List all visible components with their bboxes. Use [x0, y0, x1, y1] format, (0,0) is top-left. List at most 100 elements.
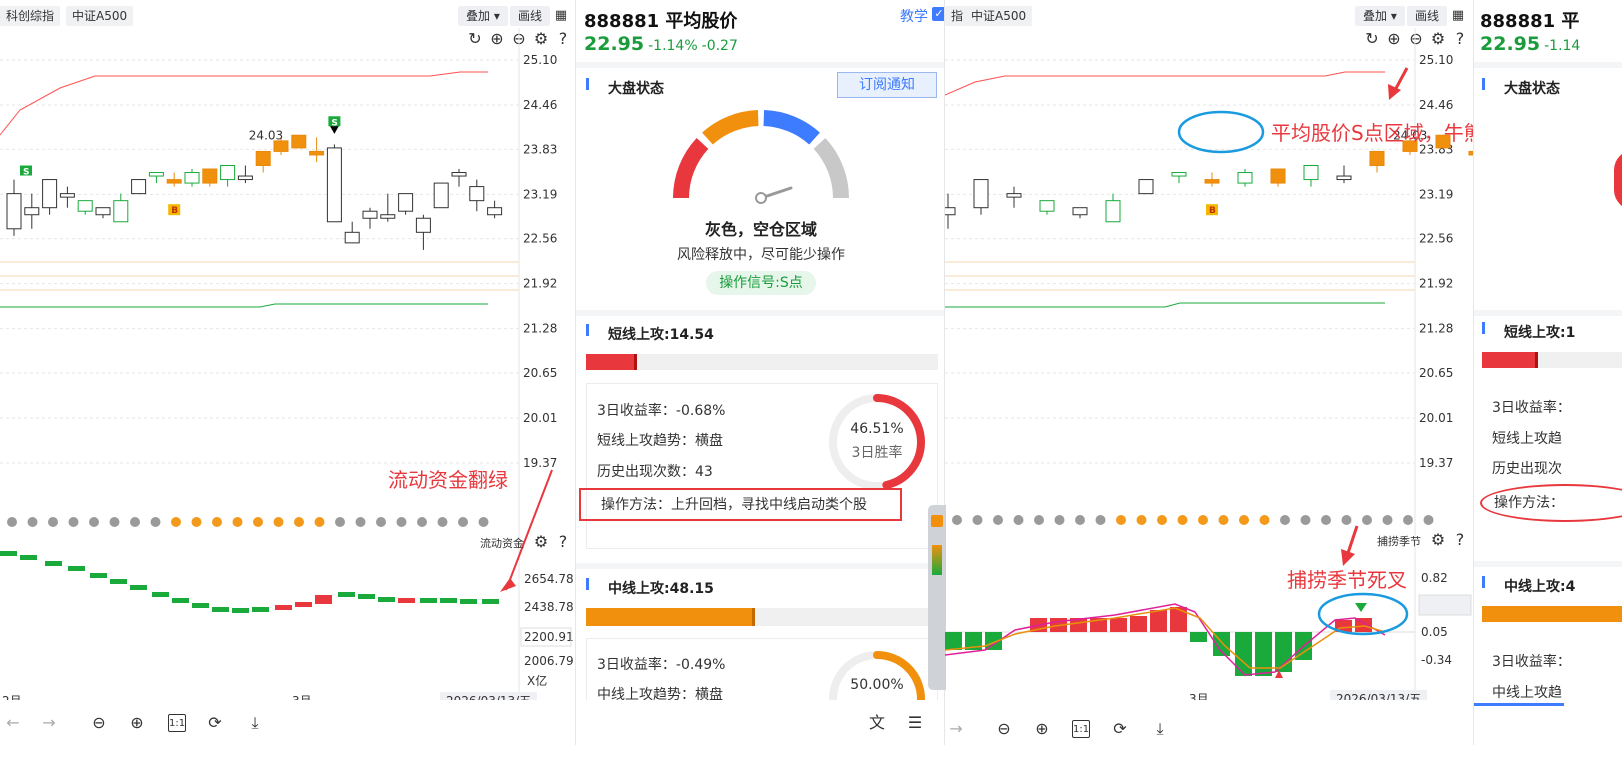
- liquidity-bar: [110, 579, 127, 584]
- divider: [1474, 561, 1622, 567]
- signal-dot: [109, 517, 120, 527]
- candle-body: [1270, 168, 1286, 184]
- annotation-arrow-head: [500, 578, 516, 592]
- mid-attack-title: 中线上攻:48.15: [608, 581, 714, 597]
- right-candlestick-chart[interactable]: 25.1024.4623.8323.1922.5621.9221.2820.65…: [945, 0, 1473, 700]
- liquidity-bar: [378, 597, 395, 602]
- market-status-text: 灰色，空仓区域: [704, 220, 817, 239]
- signal-dot: [314, 517, 325, 527]
- signal-dot: [89, 517, 99, 527]
- sub-indicator-name: 捕捞季节: [1377, 535, 1421, 548]
- short-winrate-value: 46.51%: [850, 421, 904, 437]
- signal-dot: [273, 517, 284, 527]
- signal-dot: [993, 515, 1003, 525]
- y-tick-label: 25.10: [1419, 53, 1453, 67]
- y-tick-label: 20.01: [523, 411, 557, 425]
- liquidity-bar: [460, 599, 477, 604]
- signal-dot: [232, 517, 243, 527]
- sub-y-tick-label: 0.82: [1421, 571, 1448, 585]
- liquidity-bar: [212, 607, 229, 612]
- actual-size-icon[interactable]: 1:1: [168, 714, 186, 732]
- bull-bear-line-green: [945, 302, 1385, 308]
- signal-dot: [1362, 515, 1372, 525]
- section-marker: [586, 324, 589, 336]
- short-method: 操作方法：: [1494, 495, 1564, 511]
- short-stats-card: 3日收益率：-0.68% 短线上攻趋势：横盘 历史出现次数：43 46.51% …: [579, 383, 938, 549]
- liquidity-bar: [45, 561, 62, 566]
- tutorial-link[interactable]: 教学: [900, 6, 928, 26]
- signal-dot: [376, 517, 386, 527]
- subscribe-button[interactable]: 订阅通知: [837, 72, 937, 98]
- mid-attack-fill: [1482, 606, 1622, 622]
- download-icon[interactable]: ⤓: [1151, 720, 1169, 738]
- signal-dot: [48, 517, 58, 527]
- signal-dot: [1198, 515, 1208, 525]
- mid-trend: 中线上攻趋: [1492, 685, 1562, 701]
- candle-body: [273, 140, 289, 152]
- sub-help-icon[interactable]: ?: [1451, 531, 1469, 549]
- mid-winrate-value: 50.00%: [850, 677, 904, 693]
- short-winrate-label: 3日胜率: [851, 445, 903, 461]
- zoom-out-icon[interactable]: ⊖: [90, 714, 108, 732]
- text-extract-icon[interactable]: ☰: [906, 714, 924, 732]
- signal-dot: [191, 517, 202, 527]
- sub-help-icon[interactable]: ?: [554, 533, 572, 551]
- market-state-title: 大盘状态: [608, 81, 664, 97]
- sub-y-tick-label: -0.34: [1421, 653, 1452, 667]
- signal-dot: [1300, 515, 1311, 525]
- candle-body: [309, 150, 325, 156]
- sub-axis-cursor-box: [1418, 594, 1472, 616]
- forward-arrow-icon[interactable]: →: [947, 720, 965, 738]
- price-line: 22.95 -1.14% -0.27: [584, 33, 738, 55]
- macd-bar: [1110, 618, 1127, 632]
- screenshot-root: 科创综指 中证A500 叠加 ▾ 画线 ▦ ↻ ⊕ ⊖ ⚙ ? 25.10 24.…: [0, 0, 1622, 771]
- liquidity-bar: [482, 599, 499, 604]
- liquidity-bar: [172, 598, 189, 603]
- short-count: 历史出现次数：43: [597, 464, 713, 480]
- signal-dot: [1239, 515, 1249, 525]
- forward-arrow-icon[interactable]: →: [40, 714, 58, 732]
- short-attack-fill: [586, 354, 638, 370]
- market-desc-text: 风险释放中，尽可能少操作: [677, 247, 845, 263]
- rotate-icon[interactable]: ⟳: [206, 714, 224, 732]
- sub-settings-icon[interactable]: ⚙: [1429, 531, 1447, 549]
- zoom-out-icon[interactable]: ⊖: [995, 720, 1013, 738]
- candle-body: [42, 179, 58, 209]
- actual-size-icon[interactable]: 1:1: [1072, 720, 1090, 738]
- signal-dot: [1054, 515, 1065, 525]
- left-bottom-toolbar: ← → ⊖ ⊕ 1:1 ⟳ ⤓: [0, 700, 575, 745]
- liquidity-bar: [20, 555, 37, 560]
- gauge-segment: [813, 137, 849, 199]
- signal-dot: [1034, 515, 1044, 525]
- signal-dot: [335, 517, 345, 527]
- floating-side-widget[interactable]: [928, 505, 946, 690]
- signal-dot: [417, 517, 427, 527]
- zoom-in-icon[interactable]: ⊕: [128, 714, 146, 732]
- mid-ret3: 3日收益率：: [1492, 654, 1571, 670]
- macd-bar: [1255, 632, 1272, 676]
- download-icon[interactable]: ⤓: [246, 714, 264, 732]
- candle-body: [973, 179, 989, 209]
- candle-body: [362, 210, 378, 219]
- candle-body: [24, 207, 40, 216]
- back-arrow-icon[interactable]: ←: [4, 714, 22, 732]
- change-amount: -0.27: [701, 38, 738, 54]
- candle-body: [1105, 200, 1121, 223]
- right-chart-panel: 指 中证A500 叠加 ▾ 画线 ▦ ↻ ⊕ ⊖ ⚙ ? 25.10 24.46 2…: [945, 0, 1473, 745]
- signal-dot: [478, 517, 489, 527]
- sub-settings-icon[interactable]: ⚙: [532, 533, 550, 551]
- candle-body: [487, 207, 503, 216]
- translate-icon[interactable]: 文: [868, 714, 886, 732]
- current-price: 22.95: [1480, 33, 1541, 55]
- signal-dot: [437, 517, 448, 527]
- signal-dot: [171, 517, 181, 527]
- tutorial-check-icon[interactable]: ✓: [932, 7, 944, 21]
- rotate-icon[interactable]: ⟳: [1111, 720, 1129, 738]
- zoom-in-icon[interactable]: ⊕: [1033, 720, 1051, 738]
- y-tick-label: 21.28: [523, 322, 557, 336]
- candle-body: [1237, 172, 1253, 184]
- y-tick-label: 20.65: [1419, 366, 1453, 380]
- short-attack-title: 短线上攻:14.54: [608, 327, 714, 343]
- section-marker: [586, 578, 589, 590]
- left-candlestick-chart[interactable]: 25.10 24.46 23.83 23.19 22.56 21.92 21.28 20.65…: [0, 0, 575, 700]
